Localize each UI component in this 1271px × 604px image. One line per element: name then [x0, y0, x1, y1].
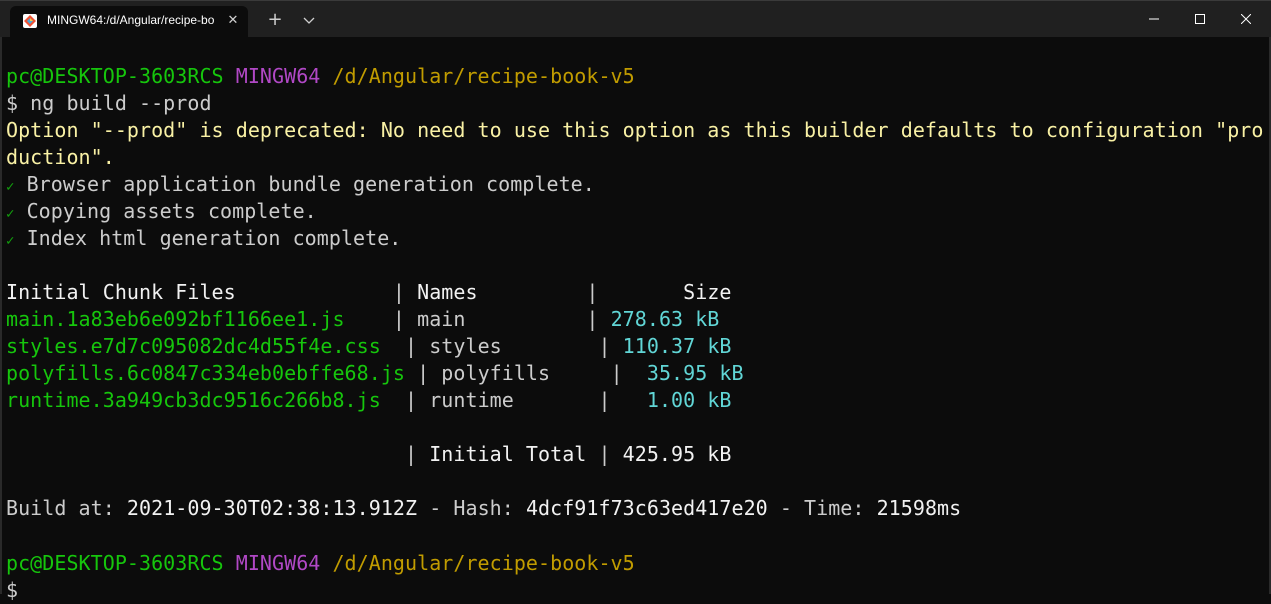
prompt-user-host: pc@DESKTOP-3603RCS — [6, 64, 224, 88]
table-row: polyfills.6c0847c334eb0ebffe68.js | poly… — [6, 361, 744, 385]
build-duration: 21598ms — [876, 496, 962, 520]
table-total: | Initial Total | 425.95 kB — [6, 442, 732, 466]
row-unit: kB — [719, 361, 744, 385]
build-label: Build at: — [6, 496, 127, 520]
command-line: $ ng build --prod — [6, 91, 212, 115]
warning-line: Option "--prod" is deprecated: No need t… — [6, 118, 1264, 142]
minimize-button[interactable] — [1131, 1, 1177, 37]
row-unit: kB — [695, 307, 720, 331]
row-name: polyfills — [441, 361, 551, 385]
maximize-button[interactable] — [1177, 1, 1223, 37]
title-bar: MINGW64:/d/Angular/recipe-bo ✕ + — [0, 0, 1271, 38]
table-header: Initial Chunk Files | Names | Size — [6, 280, 732, 304]
total-label: Initial Total — [429, 442, 587, 466]
table-row: styles.e7d7c095082dc4d55f4e.css | styles… — [6, 334, 732, 358]
tab-dropdown-icon[interactable] — [298, 9, 320, 31]
prompt-path: /d/Angular/recipe-book-v5 — [332, 551, 635, 575]
row-size: 278.63 — [610, 307, 684, 331]
row-file: main.1a83eb6e092bf1166ee1.js — [6, 307, 345, 331]
time-label: - Time: — [767, 496, 877, 520]
build-time: 2021-09-30T02:38:13.912Z — [126, 496, 418, 520]
check-line: ✓ Browser application bundle generation … — [6, 171, 595, 198]
prompt-shell: MINGW64 — [235, 551, 321, 575]
row-name: main — [417, 307, 466, 331]
prompt-user-host: pc@DESKTOP-3603RCS — [6, 551, 224, 575]
warning-line-continued: duction". — [6, 145, 115, 169]
header-names: Names — [417, 280, 478, 304]
hash-label: - Hash: — [417, 496, 526, 520]
terminal-output[interactable]: pc@DESKTOP-3603RCS MINGW64 /d/Angular/re… — [0, 37, 1271, 602]
row-unit: kB — [707, 388, 732, 412]
new-tab-button[interactable]: + — [262, 9, 288, 31]
row-size: 1.00 — [646, 388, 696, 412]
build-hash: 4dcf91f73c63ed417e20 — [525, 496, 768, 520]
close-window-button[interactable] — [1223, 1, 1269, 37]
check-text: Index html generation complete. — [14, 226, 402, 250]
row-file: runtime.3a949cb3dc9516c266b8.js — [6, 388, 381, 412]
tab-close-icon[interactable]: ✕ — [224, 12, 242, 30]
build-line: Build at: 2021-09-30T02:38:13.912Z - Has… — [6, 495, 961, 522]
check-text: Browser application bundle generation co… — [14, 172, 595, 196]
header-files: Initial Chunk Files — [6, 280, 236, 304]
prompt-shell: MINGW64 — [235, 64, 321, 88]
prompt-line: pc@DESKTOP-3603RCS MINGW64 /d/Angular/re… — [6, 550, 635, 577]
maximize-icon — [1195, 14, 1205, 24]
row-name: styles — [429, 334, 502, 358]
table-row: runtime.3a949cb3dc9516c266b8.js | runtim… — [6, 388, 732, 412]
git-bash-icon — [23, 14, 37, 28]
table-row: main.1a83eb6e092bf1166ee1.js | main | 27… — [6, 307, 720, 331]
input-prompt[interactable]: $ — [6, 577, 18, 604]
terminal-tab[interactable]: MINGW64:/d/Angular/recipe-bo ✕ — [10, 6, 248, 38]
check-text: Copying assets complete. — [14, 199, 317, 223]
total-value: 425.95 kB — [622, 442, 732, 466]
row-size: 110.37 — [622, 334, 696, 358]
tab-title: MINGW64:/d/Angular/recipe-bo — [47, 13, 215, 27]
row-size: 35.95 — [646, 361, 708, 385]
close-icon — [1241, 14, 1251, 24]
row-file: styles.e7d7c095082dc4d55f4e.css — [6, 334, 381, 358]
row-name: runtime — [429, 388, 514, 412]
header-size: Size — [683, 280, 732, 304]
row-unit: kB — [707, 334, 732, 358]
check-line: ✓ Copying assets complete. — [6, 198, 317, 225]
row-file: polyfills.6c0847c334eb0ebffe68.js — [6, 361, 406, 385]
prompt-line: pc@DESKTOP-3603RCS MINGW64 /d/Angular/re… — [6, 63, 635, 90]
prompt-path: /d/Angular/recipe-book-v5 — [332, 64, 635, 88]
check-line: ✓ Index html generation complete. — [6, 225, 401, 252]
minimize-icon — [1149, 18, 1159, 20]
